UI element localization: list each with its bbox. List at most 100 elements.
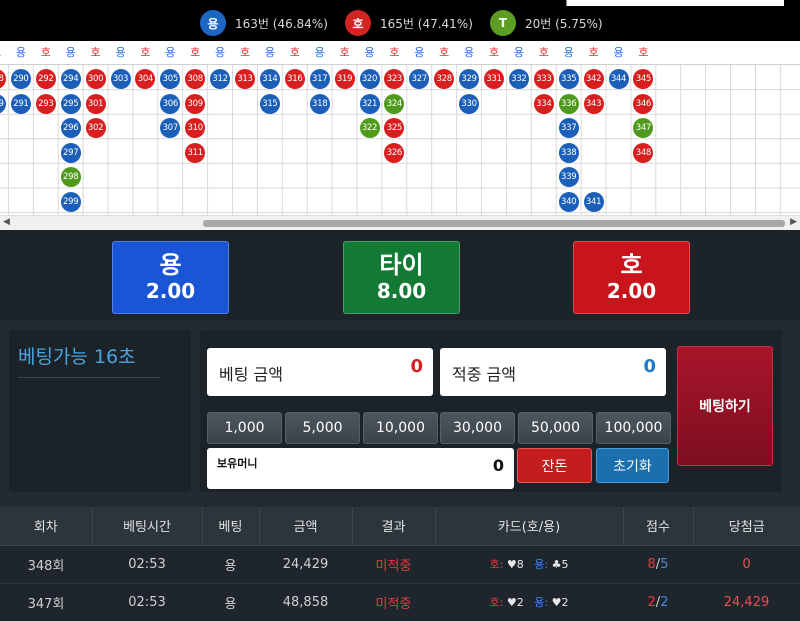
roadmap-ball: 333 [533, 69, 554, 89]
roadmap-ball: 316 [284, 69, 305, 89]
stat-dragon-text: 163번 (46.84%) [235, 16, 328, 31]
table-row: 348회 02:53 용 24,429 미적중 호: ♥8 용: ♣5 8/5 … [0, 545, 800, 584]
cell-result: 미적중 [352, 545, 435, 584]
roadmap-ball: 336 [558, 93, 579, 114]
roadmap-ball: 300 [85, 69, 106, 89]
bet-options: 용 2.00 타이 8.00 호 2.00 [0, 231, 800, 320]
roadmap-header-cell: 호 [538, 46, 549, 59]
dragon-card: ♣5 [551, 558, 569, 571]
roadmap-ball: 318 [309, 93, 330, 114]
roadmap-ball: 299 [60, 192, 81, 212]
tiger-card-label: 호: [489, 558, 504, 571]
bet-dragon-button[interactable]: 용 2.00 [112, 241, 229, 314]
chip-10000-button[interactable]: 10,000 [363, 412, 438, 444]
roadmap-header-cell: 호 [0, 44, 6, 60]
roadmap-ball: 309 [185, 93, 206, 114]
tiger-card: ♥2 [506, 596, 524, 609]
roadmap-ball: 335 [558, 69, 579, 89]
roadmap-ball: 314 [259, 69, 280, 89]
bet-amount-label: 베팅 금액 [219, 365, 283, 384]
col-result: 결과 [352, 507, 436, 546]
roadmap-header-cell: 호 [289, 46, 300, 59]
roadmap-ball: 337 [558, 118, 579, 139]
roadmap-header-cell: 호 [140, 46, 151, 59]
roadmap-ball: 334 [533, 93, 554, 114]
reset-button[interactable]: 초기화 [596, 448, 669, 483]
roadmap-ball: 296 [60, 118, 81, 139]
roadmap-ball: 294 [60, 69, 81, 89]
roadmap-ball: 346 [633, 93, 654, 114]
col-amount: 금액 [259, 507, 353, 546]
dragon-card: ♥2 [551, 596, 569, 609]
roadmap-ball: 306 [160, 93, 181, 114]
roadmap-header-cell: 용 [613, 46, 624, 59]
stat-tiger-text: 165번 (47.41%) [380, 16, 473, 31]
dragon-badge-icon: 용 [200, 10, 226, 36]
win-amount-field: 적중 금액 0 [440, 348, 666, 396]
roadmap-ball: 311 [185, 142, 206, 163]
dragon-card-label: 용: [534, 558, 549, 571]
col-bet: 베팅 [202, 507, 260, 546]
tie-badge-icon: T [490, 10, 516, 36]
history-table: 회차 베팅시간 베팅 금액 결과 카드(호/용) 점수 당첨금 348회 02:… [0, 507, 800, 621]
score-dragon: 2 [660, 594, 669, 610]
stats-bar: 용 163번 (46.84%) 호 165번 (47.41%) T 20번 (5… [0, 0, 800, 46]
roadmap-ball: 312 [210, 69, 231, 89]
change-button[interactable]: 잔돈 [517, 448, 592, 483]
place-bet-button[interactable]: 베팅하기 [677, 346, 773, 466]
chip-50000-button[interactable]: 50,000 [518, 412, 593, 444]
roadmap-ball: 338 [558, 142, 579, 163]
tie-odds: 8.00 [376, 279, 427, 303]
scroll-right-icon[interactable]: ▶ [790, 217, 797, 227]
roadmap-ball: 301 [85, 93, 106, 114]
chip-1000-button[interactable]: 1,000 [207, 412, 282, 444]
chip-100000-button[interactable]: 100,000 [596, 412, 671, 444]
roadmap-header-cell: 호 [190, 46, 201, 59]
roadmap-header-cell: 호 [339, 46, 350, 59]
roadmap-ball: 292 [35, 69, 56, 89]
stat-tie: T 20번 (5.75%) [490, 10, 603, 36]
cell-score: 2/2 [623, 583, 693, 621]
tiger-odds: 2.00 [606, 279, 657, 303]
bet-amount-field[interactable]: 베팅 금액 0 [207, 348, 433, 396]
roadmap-ball: 313 [235, 69, 255, 89]
roadmap-header-cell: 용 [414, 46, 425, 59]
cell-amount: 24,429 [259, 545, 352, 584]
scrollbar-thumb[interactable] [203, 220, 785, 227]
roadmap-ball: 321 [359, 93, 380, 114]
roadmap-header-cell: 용 [264, 46, 275, 59]
bet-tiger-button[interactable]: 호 2.00 [573, 241, 690, 314]
scroll-left-icon[interactable]: ◀ [3, 217, 10, 227]
win-amount-value: 0 [643, 356, 656, 377]
chip-5000-button[interactable]: 5,000 [285, 412, 360, 444]
tiger-card: ♥8 [506, 558, 524, 571]
cell-round: 347회 [0, 583, 92, 621]
timer-box: 베팅가능 16초 [9, 330, 191, 492]
roadmap-header-cell: 호 [439, 46, 450, 59]
stat-tie-text: 20번 (5.75%) [525, 16, 603, 31]
roadmap-ball: 340 [558, 192, 579, 212]
roadmap-header-cell: 호 [588, 46, 599, 59]
balance-label: 보유머니 [217, 457, 258, 470]
bet-panel: 베팅가능 16초 베팅 금액 0 적중 금액 0 1,000 5,000 10,… [0, 320, 800, 507]
chip-30000-button[interactable]: 30,000 [440, 412, 515, 444]
cell-payout: 0 [693, 545, 800, 584]
roadmap-ball: 319 [334, 69, 355, 89]
cell-amount: 48,858 [259, 583, 352, 621]
roadmap-scrollbar[interactable]: ◀ ▶ [0, 215, 800, 230]
roadmap-ball: 320 [359, 69, 380, 89]
tiger-card-label: 호: [489, 596, 504, 609]
roadmap-header-cell: 용 [115, 46, 126, 59]
cell-bet: 용 [202, 583, 259, 621]
bet-tie-button[interactable]: 타이 8.00 [343, 241, 460, 314]
roadmap-header: 호용호용호용호용호용호용호용호용호용호용호용호용호용호 [0, 41, 800, 65]
roadmap-header-cell: 호 [40, 46, 51, 59]
betting-timer: 베팅가능 16초 [18, 346, 136, 368]
top-input-strip[interactable] [566, 0, 784, 6]
roadmap-ball: 329 [459, 69, 480, 89]
stat-tiger: 호 165번 (47.41%) [345, 10, 473, 36]
roadmap-ball: 341 [583, 192, 604, 212]
tiger-badge-icon: 호 [345, 10, 371, 36]
roadmap-ball: 293 [35, 93, 56, 114]
col-cards: 카드(호/용) [435, 507, 624, 546]
